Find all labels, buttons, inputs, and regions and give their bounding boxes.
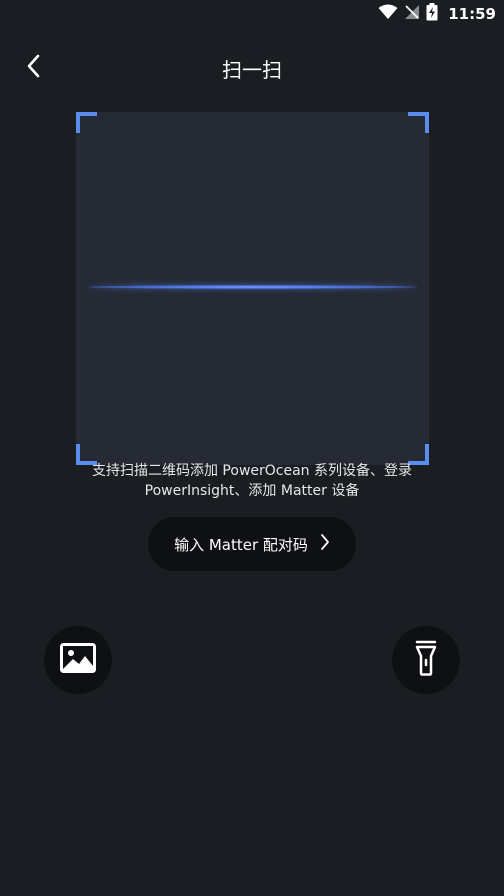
battery-charging-icon bbox=[426, 3, 438, 25]
wifi-icon bbox=[378, 4, 398, 24]
status-time: 11:59 bbox=[448, 5, 496, 23]
chevron-right-icon bbox=[320, 533, 330, 555]
page-title: 扫一扫 bbox=[222, 58, 282, 82]
scan-frame bbox=[76, 112, 429, 465]
status-bar: 11:59 bbox=[0, 0, 504, 28]
gallery-button[interactable] bbox=[44, 626, 112, 694]
flashlight-button[interactable] bbox=[392, 626, 460, 694]
scan-line bbox=[88, 285, 417, 289]
status-icons: 11:59 bbox=[378, 3, 496, 25]
scan-corner-top-left bbox=[76, 112, 97, 133]
matter-button-label: 输入 Matter 配对码 bbox=[174, 535, 308, 554]
scan-corner-top-right bbox=[408, 112, 429, 133]
image-icon bbox=[60, 643, 96, 677]
flashlight-icon bbox=[415, 640, 437, 680]
header: 扫一扫 bbox=[0, 40, 504, 94]
no-signal-icon bbox=[404, 4, 420, 24]
scan-hint-text: 支持扫描二维码添加 PowerOcean 系列设备、登录 PowerInsigh… bbox=[91, 463, 412, 499]
enter-matter-code-button[interactable]: 输入 Matter 配对码 bbox=[148, 517, 356, 571]
